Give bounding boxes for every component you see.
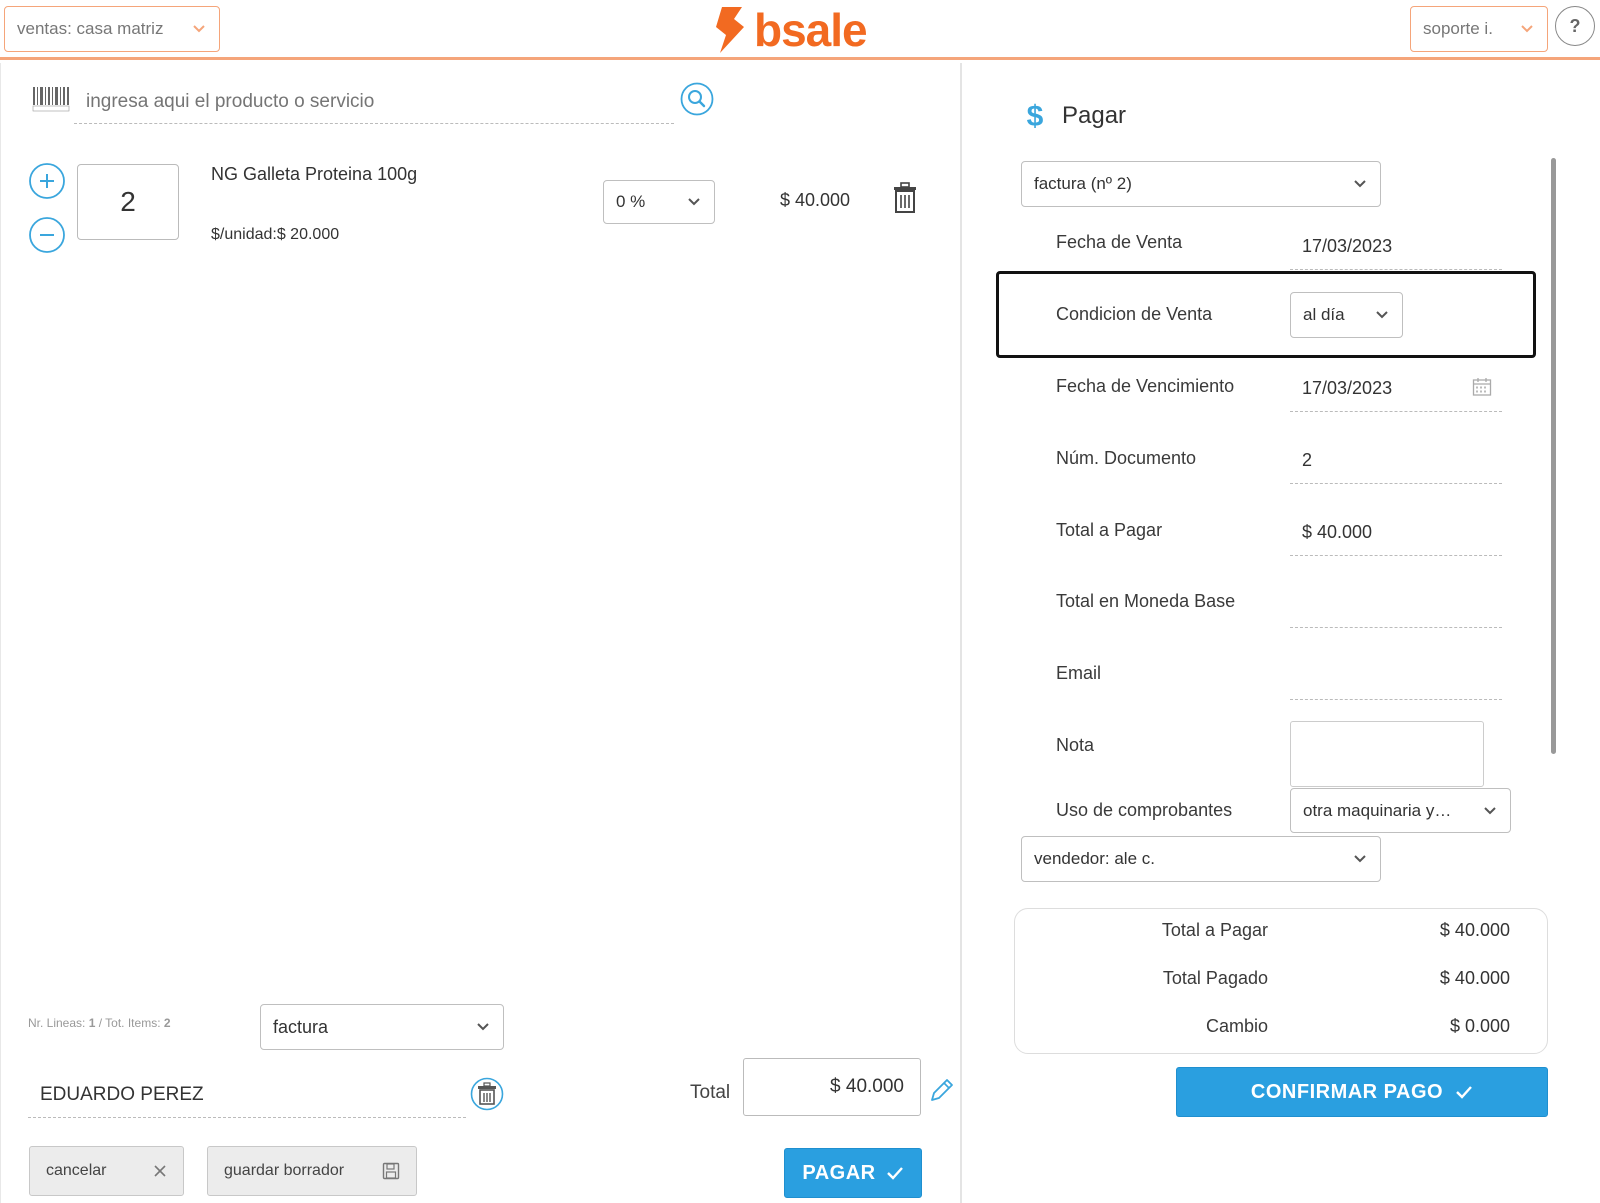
base-currency-total-field[interactable] [1290,582,1502,628]
calendar-icon[interactable] [1472,377,1492,397]
summary-items-label: / Tot. Items: [95,1016,164,1030]
chevron-down-icon [1374,307,1390,323]
seller-value: vendedor: ale c. [1034,849,1155,868]
pay-label: PAGAR [802,1161,876,1184]
doc-number-label: Núm. Documento [1056,448,1197,468]
chevron-down-icon [1352,176,1368,192]
save-draft-label: guardar borrador [224,1162,345,1179]
sale-date-label: Fecha de Venta [1056,232,1183,252]
due-date-field[interactable]: 17/03/2023 [1290,366,1502,412]
payment-scrollbar[interactable] [1551,158,1556,754]
confirm-payment-button[interactable]: CONFIRMAR PAGO [1176,1067,1548,1117]
chevron-down-icon [1519,21,1535,37]
summary-items: 2 [163,1016,171,1030]
client-field[interactable]: EDUARDO PEREZ [28,1072,466,1118]
help-button[interactable]: ? [1555,6,1595,46]
chevron-down-icon [1352,851,1368,867]
qty-input[interactable]: 2 [77,164,179,240]
save-draft-button[interactable]: guardar borrador [207,1146,417,1196]
summary-paid-value: $ 40.000 [1439,968,1510,988]
confirm-payment-label: CONFIRMAR PAGO [1250,1080,1444,1103]
cart-item: 2 NG Galleta Proteina 100g $/unidad:$ 20… [20,150,940,260]
doc-type-select[interactable]: factura [260,1004,504,1050]
receipt-usage-label: Uso de comprobantes [1056,800,1233,820]
floppy-disk-icon [382,1162,400,1180]
chevron-down-icon [1482,803,1498,819]
increase-qty-button[interactable] [28,162,66,200]
product-name: NG Galleta Proteina 100g [211,164,418,184]
qty-value: 2 [120,186,136,217]
discount-select[interactable]: 0 % [603,180,715,224]
help-label: ? [1569,15,1581,36]
left-border [0,63,1,1203]
sale-condition-label: Condicion de Venta [1056,304,1213,324]
total-value: $ 40.000 [830,1076,904,1097]
branch-select-value: ventas: casa matriz [17,19,164,38]
chevron-down-icon [686,194,702,210]
receipt-usage-value: otra maquinaria y… [1303,800,1452,820]
summary-total-value: $ 40.000 [1439,920,1510,940]
delete-client-icon[interactable] [470,1077,504,1111]
line-total: $ 40.000 [780,190,851,210]
base-currency-total-label: Total en Moneda Base [1056,591,1236,611]
amount-due-field[interactable]: $ 40.000 [1290,510,1502,556]
payment-doc-value: factura (nº 2) [1034,174,1132,193]
product-search-input[interactable] [74,80,674,124]
doc-number-field[interactable]: 2 [1290,438,1502,484]
amount-due-value: $ 40.000 [1302,522,1373,542]
barcode-icon [32,86,70,112]
total-box[interactable]: $ 40.000 [743,1058,921,1116]
receipt-usage-select[interactable]: otra maquinaria y… [1290,788,1511,833]
chevron-down-icon [191,21,207,37]
user-select-value: soporte i. [1423,19,1493,38]
cart-summary: Nr. Lineas: 1 / Tot. Items: 2 [28,1016,171,1030]
payment-doc-select[interactable]: factura (nº 2) [1021,161,1381,207]
summary-total-label: Total a Pagar [1161,920,1268,940]
summary-change-value: $ 0.000 [1449,1016,1510,1036]
cancel-button[interactable]: cancelar [29,1146,184,1196]
search-icon[interactable] [680,82,714,116]
email-field[interactable] [1290,654,1502,700]
sale-condition-value: al día [1303,305,1345,324]
due-date-value: 17/03/2023 [1302,378,1393,398]
panel-divider [960,63,962,1203]
pay-button[interactable]: PAGAR [784,1148,922,1198]
dollar-icon: $ [1024,100,1046,132]
note-textarea[interactable] [1290,721,1484,787]
close-icon [153,1164,167,1178]
summary-paid-label: Total Pagado [1162,968,1268,988]
note-label: Nota [1056,735,1095,755]
checkmark-icon [886,1166,904,1180]
doc-type-value: factura [273,1016,329,1037]
edit-pencil-icon[interactable] [928,1076,954,1104]
discount-value: 0 % [616,192,646,211]
bsale-logo: bsale [712,4,892,56]
amount-due-label: Total a Pagar [1056,520,1163,540]
summary-change-label: Cambio [1205,1016,1268,1036]
branch-select[interactable]: ventas: casa matriz [4,6,220,52]
total-label: Total [690,1082,731,1103]
decrease-qty-button[interactable] [28,216,66,254]
user-select[interactable]: soporte i. [1410,6,1548,52]
svg-text:$: $ [1027,100,1044,132]
chevron-down-icon [475,1019,491,1035]
sale-condition-select[interactable]: al día [1290,292,1403,338]
due-date-label: Fecha de Vencimiento [1056,376,1235,396]
sale-date-field[interactable]: 17/03/2023 [1290,224,1502,270]
delete-item-icon[interactable] [892,182,918,214]
email-label: Email [1056,663,1102,683]
seller-select[interactable]: vendedor: ale c. [1021,836,1381,882]
payment-title: Pagar [1062,102,1127,129]
summary-lines-label: Nr. Lineas: [28,1016,89,1030]
sale-date-value: 17/03/2023 [1302,236,1393,256]
logo-icon [712,5,748,55]
checkmark-icon [1455,1085,1473,1099]
doc-number-value: 2 [1302,450,1313,470]
logo-text: bsale [754,4,868,56]
cancel-label: cancelar [46,1162,107,1179]
client-name: EDUARDO PEREZ [40,1083,204,1105]
unit-price: $/unidad:$ 20.000 [211,226,340,243]
